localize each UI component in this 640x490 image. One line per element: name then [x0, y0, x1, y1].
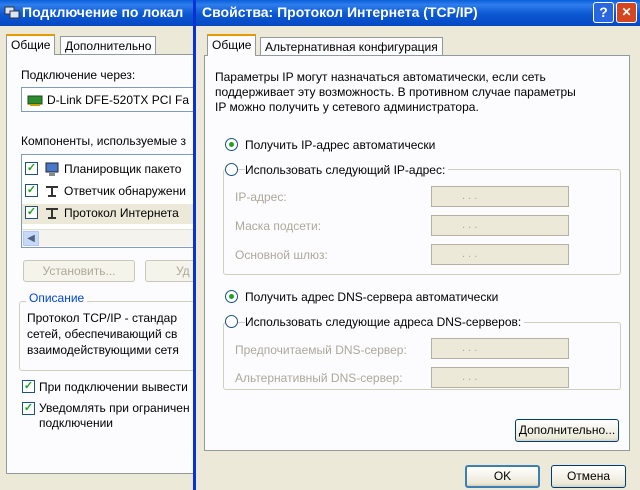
- show-icon-label: При подключении вывести: [39, 380, 188, 394]
- components-list: ✓ Планировщик пакето ✓ Ответчик обнаруже…: [21, 154, 212, 248]
- scroll-left-icon[interactable]: ◀: [23, 231, 39, 246]
- preferred-dns-field[interactable]: . . .: [431, 338, 569, 359]
- connect-via-label: Подключение через:: [21, 68, 136, 82]
- dialog-title: Свойства: Протокол Интернета (TCP/IP): [202, 4, 478, 20]
- gateway-field[interactable]: . . .: [431, 244, 569, 265]
- radio-auto-dns[interactable]: [225, 290, 238, 303]
- show-icon-checkbox[interactable]: ✓: [22, 380, 35, 393]
- component-row[interactable]: ✓ Планировщик пакето: [22, 160, 212, 180]
- intro-text-line: Параметры IP могут назначаться автоматич…: [215, 70, 546, 84]
- preferred-dns-label: Предпочитаемый DNS-сервер:: [235, 343, 407, 357]
- tab-alternate-config[interactable]: Альтернативная конфигурация: [260, 37, 443, 56]
- back-tab-panel: Подключение через: D-Link DFE-520TX PCI …: [6, 54, 225, 474]
- radio-manual-dns-label[interactable]: Использовать следующие адреса DNS-сервер…: [245, 315, 525, 329]
- adapter-name: D-Link DFE-520TX PCI Fa: [47, 93, 190, 107]
- close-button[interactable]: ✕: [616, 2, 637, 23]
- component-label: Ответчик обнаружени: [64, 184, 186, 198]
- cancel-button[interactable]: Отмена: [551, 465, 626, 488]
- help-button[interactable]: ?: [593, 2, 614, 23]
- advanced-button[interactable]: Дополнительно...: [515, 419, 619, 442]
- component-checkbox[interactable]: ✓: [25, 184, 38, 197]
- alternate-dns-field[interactable]: . . .: [431, 367, 569, 388]
- tab-general[interactable]: Общие: [207, 34, 257, 56]
- notify-label-line2: подключении: [39, 416, 113, 430]
- intro-text-line: IP можно получить у сетевого администрат…: [215, 100, 479, 114]
- radio-auto-ip-label[interactable]: Получить IP-адрес автоматически: [245, 138, 435, 152]
- intro-text-line: поддерживает эту возможность. В противно…: [215, 85, 576, 99]
- component-checkbox[interactable]: ✓: [25, 206, 38, 219]
- notify-label: Уведомлять при ограничен: [39, 401, 190, 415]
- subnet-mask-field[interactable]: . . .: [431, 215, 569, 236]
- tcpip-dialog: Свойства: Протокол Интернета (TCP/IP) ? …: [193, 0, 640, 490]
- component-row[interactable]: ✓ Ответчик обнаружени: [22, 182, 212, 202]
- description-label: Описание: [26, 291, 88, 305]
- alternate-dns-label: Альтернативный DNS-сервер:: [235, 371, 403, 385]
- scheduler-icon: [44, 161, 60, 180]
- back-tab-advanced[interactable]: Дополнительно: [60, 36, 157, 55]
- component-label: Протокол Интернета: [64, 206, 179, 220]
- back-window-title: Подключение по локал: [22, 4, 184, 20]
- ip-address-label: IP-адрес:: [235, 190, 287, 204]
- radio-auto-dns-label[interactable]: Получить адрес DNS-сервера автоматически: [245, 290, 498, 304]
- dialog-titlebar[interactable]: Свойства: Протокол Интернета (TCP/IP) ? …: [196, 0, 640, 26]
- radio-manual-ip[interactable]: [225, 163, 238, 176]
- radio-manual-ip-label[interactable]: Использовать следующий IP-адрес:: [245, 163, 449, 177]
- notify-checkbox[interactable]: ✓: [22, 402, 35, 415]
- component-checkbox[interactable]: ✓: [25, 162, 38, 175]
- network-icon: [4, 5, 20, 19]
- radio-manual-dns[interactable]: [225, 315, 238, 328]
- gateway-label: Основной шлюз:: [235, 248, 328, 262]
- description-line: сетей, обеспечивающий св: [27, 327, 178, 341]
- ok-button[interactable]: OK: [465, 465, 540, 488]
- description-line: взаимодействующими сетя: [27, 343, 179, 357]
- description-line: Протокол TCP/IP - стандар: [27, 311, 178, 325]
- component-label: Планировщик пакето: [64, 162, 182, 176]
- components-label: Компоненты, используемые з: [21, 134, 186, 148]
- adapter-box: D-Link DFE-520TX PCI Fa: [21, 87, 211, 112]
- install-button[interactable]: Установить...: [23, 260, 135, 282]
- back-window: Подключение по локал Общие Дополнительно…: [0, 0, 225, 490]
- protocol-icon: [44, 184, 60, 201]
- dialog-tab-panel: Параметры IP могут назначаться автоматич…: [204, 55, 630, 451]
- protocol-icon: [44, 206, 60, 223]
- component-row-selected[interactable]: ✓ Протокол Интернета: [22, 204, 212, 224]
- horizontal-scrollbar[interactable]: ◀: [22, 229, 210, 246]
- radio-auto-ip[interactable]: [225, 138, 238, 151]
- subnet-mask-label: Маска подсети:: [235, 219, 322, 233]
- back-tab-general[interactable]: Общие: [6, 34, 56, 55]
- network-card-icon: [27, 93, 43, 110]
- back-window-titlebar[interactable]: Подключение по локал: [0, 0, 196, 26]
- ip-address-field[interactable]: . . .: [431, 186, 569, 207]
